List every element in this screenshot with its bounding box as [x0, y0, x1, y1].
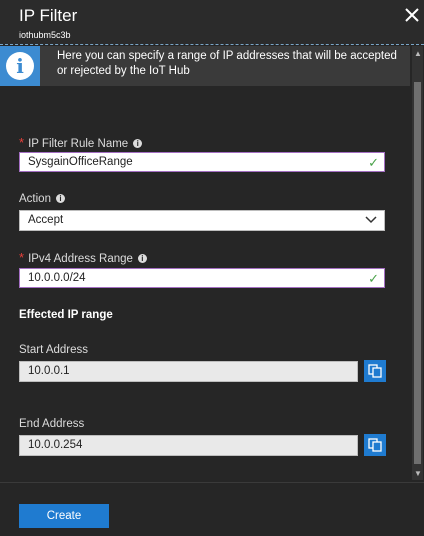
scroll-down-icon[interactable]: ▼: [414, 469, 422, 478]
required-marker: *: [19, 135, 25, 150]
action-select[interactable]: Accept: [19, 210, 385, 231]
chevron-down-icon: [365, 216, 377, 224]
scrollbar[interactable]: ▲ ▼: [412, 46, 423, 480]
page-subtitle: iothubm5c3b: [19, 30, 71, 40]
help-icon[interactable]: i: [55, 194, 65, 203]
required-marker: *: [19, 250, 25, 265]
end-address-field[interactable]: 10.0.0.254: [19, 435, 358, 456]
start-address-label: Start Address: [19, 344, 89, 356]
help-icon[interactable]: i: [137, 254, 147, 263]
info-text: Here you can specify a range of IP addre…: [57, 50, 397, 77]
end-address-value: 10.0.0.254: [28, 439, 83, 451]
rule-name-input[interactable]: SysgainOfficeRange ✓: [19, 152, 385, 172]
scroll-up-icon[interactable]: ▲: [414, 49, 422, 58]
info-banner: i Here you can specify a range of IP add…: [0, 46, 410, 86]
copy-icon: [368, 364, 382, 378]
close-icon[interactable]: [404, 7, 420, 23]
help-icon[interactable]: i: [133, 139, 143, 148]
page-title: IP Filter: [19, 6, 78, 25]
range-label: * IPv4 Address Range i: [19, 250, 147, 265]
create-button[interactable]: Create: [19, 504, 109, 528]
end-address-label: End Address: [19, 418, 85, 430]
ip-range-input[interactable]: 10.0.0.0/24 ✓: [19, 268, 385, 288]
info-icon: i: [0, 46, 40, 86]
blade-header: IP Filter iothubm5c3b: [0, 0, 424, 44]
action-value: Accept: [28, 214, 64, 226]
action-label: Action i: [19, 193, 65, 205]
copy-end-button[interactable]: [364, 434, 386, 456]
header-divider: [0, 44, 424, 45]
start-address-value: 10.0.0.1: [28, 365, 70, 377]
copy-icon: [368, 438, 382, 452]
rule-name-value: SysgainOfficeRange: [28, 156, 133, 168]
copy-start-button[interactable]: [364, 360, 386, 382]
rule-name-label: * IP Filter Rule Name i: [19, 135, 143, 150]
checkmark-icon: ✓: [368, 155, 379, 170]
start-address-field[interactable]: 10.0.0.1: [19, 361, 358, 382]
scroll-thumb[interactable]: [414, 82, 421, 464]
ip-range-value: 10.0.0.0/24: [28, 272, 86, 284]
checkmark-icon: ✓: [368, 271, 379, 286]
effected-range-title: Effected IP range: [19, 309, 113, 321]
